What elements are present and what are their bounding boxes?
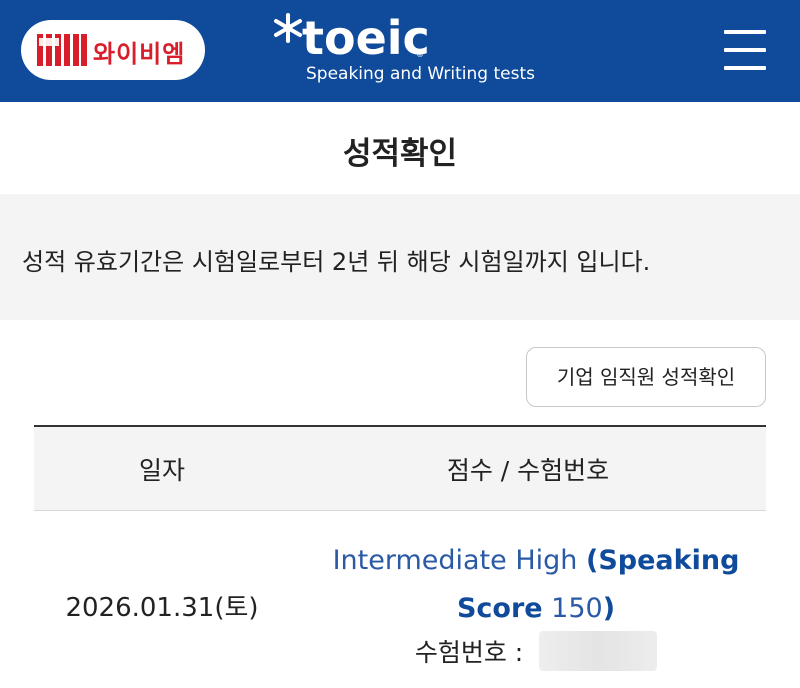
site-header: 와이비엠 toeic ® Speaking and Writing tests (0, 0, 800, 102)
row-exam-number: 수험번호 : (306, 631, 766, 671)
table-row: 2026.01.31(토) Intermediate High (Speakin… (34, 511, 766, 688)
exam-number-redacted (539, 631, 658, 671)
page-title: 성적확인 (342, 136, 458, 172)
ybm-home-link[interactable]: 와이비엠 (21, 20, 205, 80)
ybm-logo-icon (37, 34, 87, 66)
registered-mark: ® (416, 50, 424, 59)
score-value: 150 (551, 593, 603, 624)
toeic-subtitle: Speaking and Writing tests (306, 64, 536, 84)
speaking-label: Speaking (598, 545, 740, 576)
score-label: Score (456, 593, 543, 624)
score-table: 일자 점수 / 수험번호 2026.01.31(토) Intermediate … (34, 425, 766, 688)
header-date: 일자 (138, 456, 185, 485)
corporate-score-check-button[interactable]: 기업 임직원 성적확인 (526, 347, 766, 407)
table-header: 일자 점수 / 수험번호 (34, 425, 766, 511)
close-paren: ) (602, 593, 616, 624)
ybm-logo-text: 와이비엠 (93, 40, 186, 68)
hamburger-menu-icon[interactable] (722, 28, 770, 72)
score-level: Intermediate High (332, 545, 578, 576)
exam-number-label: 수험번호 : (414, 638, 524, 667)
row-score[interactable]: Intermediate High (Speaking Score 150) (306, 537, 766, 633)
notice-text: 성적 유효기간은 시험일로부터 2년 뒤 해당 시험일까지 입니다. (22, 248, 651, 276)
open-paren: ( (586, 545, 599, 576)
header-score-exam-no: 점수 / 수험번호 (446, 456, 610, 485)
toeic-logo-text[interactable]: toeic (302, 10, 430, 66)
row-date: 2026.01.31(토) (65, 593, 259, 623)
asterisk-star-icon (274, 13, 302, 43)
validity-notice: 성적 유효기간은 시험일로부터 2년 뒤 해당 시험일까지 입니다. (0, 194, 800, 320)
